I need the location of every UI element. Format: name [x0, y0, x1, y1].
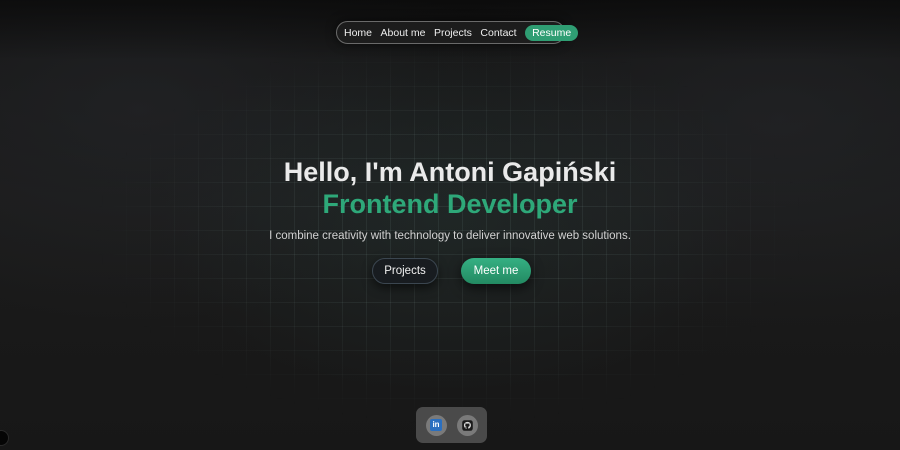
page: Home About me Projects Contact Resume He…	[0, 0, 900, 450]
linkedin-icon: in	[430, 419, 442, 431]
top-navigation: Home About me Projects Contact Resume	[336, 21, 579, 44]
linkedin-button[interactable]: in	[425, 414, 447, 436]
github-icon	[461, 419, 473, 431]
nav-home[interactable]: Home	[344, 27, 372, 39]
hero-buttons: Projects Meet me	[0, 258, 900, 284]
github-button[interactable]	[456, 414, 478, 436]
hero-tagline: I combine creativity with technology to …	[269, 230, 631, 242]
meet-me-button[interactable]: Meet me	[461, 258, 531, 284]
hero-title: Hello, I'm Antoni Gapiński	[283, 157, 617, 187]
projects-button[interactable]: Projects	[372, 258, 438, 284]
nav-about-me[interactable]: About me	[381, 27, 426, 39]
hero-role: Frontend Developer	[322, 189, 578, 219]
nav-contact[interactable]: Contact	[480, 27, 516, 39]
social-dock: in	[416, 407, 487, 443]
hero-section: Hello, I'm Antoni Gapiński Frontend Deve…	[0, 156, 900, 242]
nav-projects[interactable]: Projects	[434, 27, 472, 39]
nav-resume-button[interactable]: Resume	[525, 24, 579, 41]
